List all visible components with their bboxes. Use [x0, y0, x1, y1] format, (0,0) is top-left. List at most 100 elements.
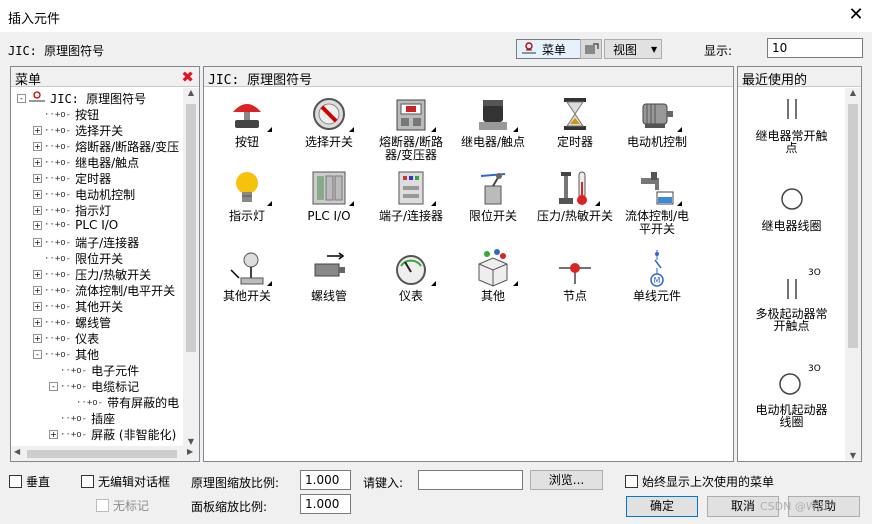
tree-item[interactable]: + ··+o- 其他开关 [33, 298, 123, 315]
symbol-tile[interactable]: 电动机控制 [614, 94, 700, 149]
tree-expander-icon[interactable]: - [49, 382, 58, 391]
symbol-tile[interactable]: PLC I/O [286, 168, 372, 223]
close-menu-icon[interactable]: ✖ [181, 68, 194, 86]
tree-item[interactable]: - ··+o- 其他 [33, 346, 99, 363]
recent-item[interactable]: 3O 多极起动器常开触点 [738, 268, 845, 332]
recent-item[interactable]: 继电器线圈 [738, 184, 845, 232]
always-show-box[interactable] [625, 475, 638, 488]
recent-item[interactable]: 3O 电动机起动器线圈 [738, 364, 845, 428]
vertical-checkbox[interactable]: 垂直 [9, 473, 50, 490]
tree-expander-icon[interactable]: + [33, 270, 42, 279]
tree-expander-icon[interactable]: + [33, 334, 42, 343]
vertical-checkbox-box[interactable] [9, 475, 22, 488]
submenu-triangle-icon [677, 201, 682, 206]
tree-hscroll-thumb[interactable] [27, 450, 177, 458]
ok-button[interactable]: 确定 [626, 496, 698, 517]
always-show-label: 始终显示上次使用的菜单 [642, 475, 775, 489]
symbol-tile[interactable]: 定时器 [532, 94, 618, 149]
scroll-right-icon[interactable]: ▶ [187, 447, 193, 456]
recent-vertical-scrollbar[interactable]: ▲ ▼ [845, 88, 861, 460]
tree-expander-icon[interactable]: + [33, 158, 42, 167]
tree-item[interactable]: + ··+o- 熔断器/断路器/变压 [33, 138, 179, 155]
scroll-left-icon[interactable]: ◀ [14, 447, 20, 456]
symbol-tile[interactable]: 限位开关 [450, 168, 536, 223]
tree-expander-icon[interactable]: + [33, 318, 42, 327]
no-tag-box[interactable] [96, 499, 109, 512]
symbol-tile[interactable]: 仪表 [368, 248, 454, 303]
tree-expander-icon[interactable]: - [33, 350, 42, 359]
menu-pin-button[interactable] [580, 39, 602, 59]
symbol-tile[interactable]: 选择开关 [286, 94, 372, 149]
no-tag-checkbox[interactable]: 无标记 [96, 497, 149, 514]
tree-expander-icon[interactable]: + [33, 174, 42, 183]
browse-button[interactable]: 浏览... [530, 470, 603, 490]
tree-item[interactable]: + ··+o- 仪表 [33, 330, 99, 347]
symbol-tile[interactable]: 继电器/触点 [450, 94, 536, 149]
close-icon[interactable]: ✕ [846, 5, 866, 25]
tree-item[interactable]: - ··+o- 电缆标记 [49, 378, 139, 395]
tree-node-icon: ··+o- [60, 365, 88, 376]
tree-horizontal-scrollbar[interactable]: ◀ ▶ [11, 446, 199, 461]
tree-expander-icon[interactable]: - [17, 94, 26, 103]
scroll-down-icon[interactable]: ▼ [183, 437, 199, 446]
tree-expander-icon[interactable]: + [33, 206, 42, 215]
hourglass-icon [532, 94, 618, 134]
tree-expander-icon[interactable]: + [33, 286, 42, 295]
tree-item[interactable]: + ··+o- 流体控制/电平开关 [33, 282, 175, 299]
symbol-tile[interactable]: 流体控制/电平开关 [614, 168, 700, 236]
symbol-tile[interactable]: 节点 [532, 248, 618, 303]
tree-node-icon: ··+o- [44, 189, 72, 200]
tree-expander-icon[interactable]: + [33, 190, 42, 199]
symbol-tile-label: 螺线管 [310, 289, 347, 303]
symbol-tile[interactable]: 指示灯 [204, 168, 290, 223]
tree-item[interactable]: ··+o- 插座 [49, 410, 115, 427]
tree-item-label: 按钮 [75, 108, 100, 122]
tree-item[interactable]: ··+o- 带有屏蔽的电 [65, 394, 179, 411]
symbol-tile[interactable]: M 单线元件 [614, 248, 700, 303]
scroll-up-icon[interactable]: ▲ [183, 88, 199, 102]
tree-expander-icon[interactable]: + [33, 142, 42, 151]
tree-expander-icon[interactable]: + [33, 238, 42, 247]
no-edit-dialog-checkbox[interactable]: 无编辑对话框 [81, 473, 170, 490]
symbol-tile[interactable]: 其他开关 [204, 248, 290, 303]
tree-item[interactable]: + ··+o- 螺线管 [33, 314, 111, 331]
view-dropdown[interactable]: 视图 ▼ [604, 39, 662, 59]
recent-item[interactable]: 继电器常开触点 [738, 94, 845, 154]
symbol-tile[interactable]: 端子/连接器 [368, 168, 454, 223]
tree-expander-icon[interactable]: + [33, 126, 42, 135]
tree-item[interactable]: ··+o- 按钮 [33, 106, 99, 123]
symbol-tile[interactable]: 其他 [450, 248, 536, 303]
tree-scroll-thumb[interactable] [186, 104, 196, 352]
tree-expander-icon[interactable]: + [33, 302, 42, 311]
tree-item[interactable]: + ··+o- 电动机控制 [33, 186, 135, 203]
symbol-tile[interactable]: 按钮 [204, 94, 290, 149]
tree-item[interactable]: + ··+o- PLC I/O [33, 218, 118, 232]
watermark: CSDN @WRF* [760, 500, 837, 513]
tree-vertical-scrollbar[interactable]: ▲ ▼ [183, 88, 199, 446]
panel-scale-input[interactable]: 1.000 [300, 494, 351, 514]
tree-root[interactable]: - JIC: 原理图符号 [17, 90, 146, 107]
recent-scroll-up-icon[interactable]: ▲ [845, 88, 861, 102]
recent-scroll-down-icon[interactable]: ▼ [845, 451, 861, 460]
tree-item[interactable]: + ··+o- 选择开关 [33, 122, 123, 139]
tree-item[interactable]: + ··+o- 端子/连接器 [33, 234, 139, 251]
tree-item[interactable]: + ··+o- 压力/热敏开关 [33, 266, 151, 283]
tree-item[interactable]: ··+o- 电子元件 [49, 362, 139, 379]
tree-item[interactable]: + ··+o- 继电器/触点 [33, 154, 139, 171]
tree-item[interactable]: + ··+o- 定时器 [33, 170, 111, 187]
tree-expander-icon[interactable]: + [33, 220, 42, 230]
always-show-checkbox[interactable]: 始终显示上次使用的菜单 [625, 473, 774, 490]
symbol-tile[interactable]: 压力/热敏开关 [532, 168, 618, 223]
enter-input[interactable] [418, 470, 523, 490]
tree-item[interactable]: + ··+o- 指示灯 [33, 202, 111, 219]
tree-item[interactable]: ··+o- 限位开关 [33, 250, 123, 267]
symbol-tile[interactable]: 螺线管 [286, 248, 372, 303]
symbol-tile[interactable]: 熔断器/断路器/变压器 [368, 94, 454, 162]
no-edit-dialog-box[interactable] [81, 475, 94, 488]
tree-item[interactable]: + ··+o- 屏蔽 (非智能化) [49, 426, 176, 443]
library-label: JIC: 原理图符号 [8, 44, 105, 58]
show-count-input[interactable]: 10 [767, 38, 863, 58]
schematic-scale-input[interactable]: 1.000 [300, 470, 351, 490]
tree-expander-icon[interactable]: + [49, 430, 58, 439]
recent-scroll-thumb[interactable] [848, 104, 858, 348]
